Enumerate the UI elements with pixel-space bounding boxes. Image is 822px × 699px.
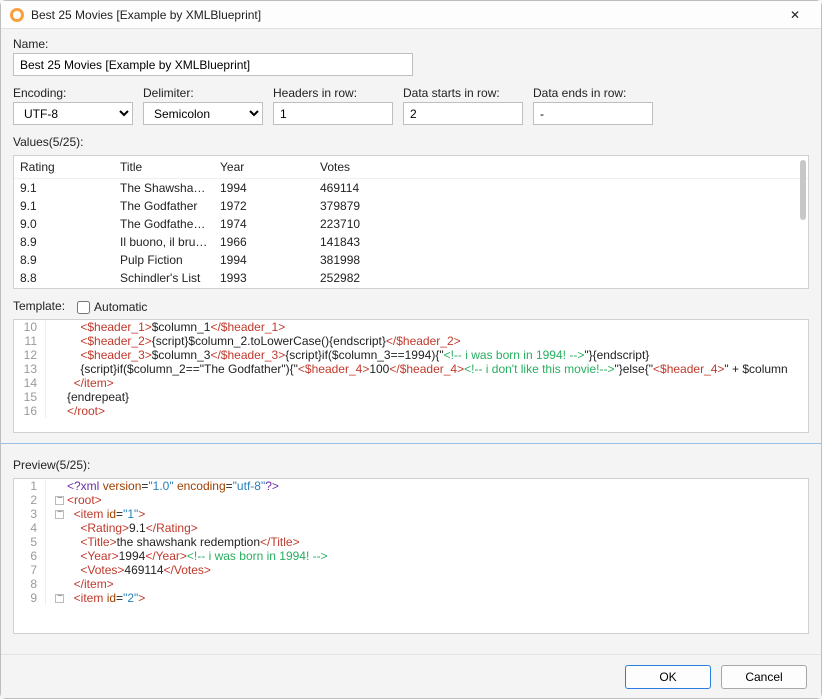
table-row[interactable]: 9.1The Godfather1972379879 xyxy=(14,197,808,215)
column-header[interactable]: Rating xyxy=(14,156,114,179)
template-label: Template: xyxy=(13,299,65,313)
column-header[interactable]: Year xyxy=(214,156,314,179)
table-row[interactable]: 8.9Pulp Fiction1994381998 xyxy=(14,251,808,269)
name-label: Name: xyxy=(13,37,809,51)
table-row[interactable]: 9.0The Godfather: ...1974223710 xyxy=(14,215,808,233)
app-icon xyxy=(9,7,25,23)
delimiter-label: Delimiter: xyxy=(143,86,263,100)
delimiter-select[interactable]: Semicolon xyxy=(143,102,263,125)
table-row[interactable]: 8.9Il buono, il brut...1966141843 xyxy=(14,233,808,251)
headers-row-label: Headers in row: xyxy=(273,86,393,100)
button-row: OK Cancel xyxy=(1,654,821,698)
data-start-input[interactable] xyxy=(403,102,523,125)
template-editor[interactable]: 10 <$header_1>$column_1</$header_1>11 <$… xyxy=(13,319,809,433)
separator xyxy=(1,443,821,444)
preview-label: Preview(5/25): xyxy=(13,458,809,472)
data-start-label: Data starts in row: xyxy=(403,86,523,100)
data-end-input[interactable] xyxy=(533,102,653,125)
column-header[interactable]: Title xyxy=(114,156,214,179)
headers-row-input[interactable] xyxy=(273,102,393,125)
scrollbar[interactable] xyxy=(800,160,806,220)
window-title: Best 25 Movies [Example by XMLBlueprint] xyxy=(31,8,777,22)
name-input[interactable] xyxy=(13,53,413,76)
titlebar: Best 25 Movies [Example by XMLBlueprint]… xyxy=(1,1,821,29)
cancel-button[interactable]: Cancel xyxy=(721,665,807,689)
table-row[interactable]: 8.8Schindler's List1993252982 xyxy=(14,269,808,287)
table-row[interactable]: 9.1The Shawshank ...1994469114 xyxy=(14,179,808,198)
close-icon[interactable]: ✕ xyxy=(777,1,813,28)
values-label: Values(5/25): xyxy=(13,135,809,149)
ok-button[interactable]: OK xyxy=(625,665,711,689)
data-end-label: Data ends in row: xyxy=(533,86,653,100)
values-table[interactable]: RatingTitleYearVotes 9.1The Shawshank ..… xyxy=(13,155,809,289)
dialog-body: Name: Encoding: UTF-8 Delimiter: Semicol… xyxy=(1,29,821,654)
column-header[interactable]: Votes xyxy=(314,156,808,179)
preview-viewer[interactable]: 1<?xml version="1.0" encoding="utf-8"?>2… xyxy=(13,478,809,634)
encoding-select[interactable]: UTF-8 xyxy=(13,102,133,125)
automatic-checkbox[interactable]: Automatic xyxy=(77,300,147,314)
encoding-label: Encoding: xyxy=(13,86,133,100)
